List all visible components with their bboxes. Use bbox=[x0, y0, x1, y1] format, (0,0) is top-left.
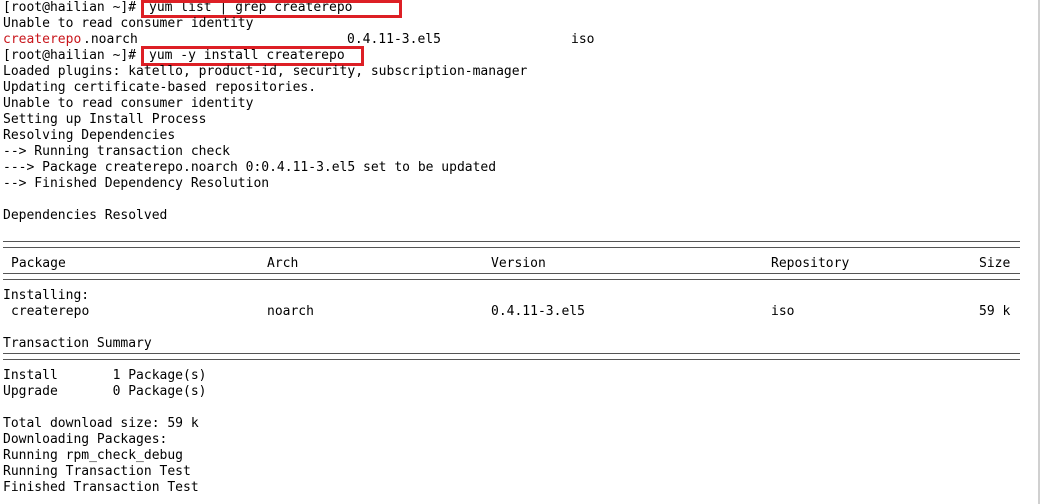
package-arch: .noarch bbox=[83, 32, 138, 47]
output-line: Running Transaction Test bbox=[3, 464, 191, 479]
table-section-label: Installing: bbox=[3, 288, 90, 303]
output-line: Dependencies Resolved bbox=[3, 208, 168, 223]
table-separator bbox=[3, 273, 1020, 280]
command-highlight-box bbox=[141, 46, 364, 66]
column-header-arch: Arch bbox=[267, 256, 299, 271]
output-line: Resolving Dependencies bbox=[3, 128, 176, 143]
output-line: Unable to read consumer identity bbox=[3, 96, 254, 111]
cell-package: createrepo bbox=[11, 304, 90, 319]
summary-install-line: Install 1 Package(s) bbox=[3, 368, 207, 383]
summary-upgrade-line: Upgrade 0 Package(s) bbox=[3, 384, 207, 399]
command-line-1: [root@hailian ~]# yum list | grep create… bbox=[3, 0, 353, 16]
column-header-size: Size bbox=[979, 256, 1011, 271]
output-line: Downloading Packages: bbox=[3, 432, 168, 447]
table-separator bbox=[3, 241, 1020, 248]
column-header-repository: Repository bbox=[771, 256, 850, 271]
package-name: createrepo bbox=[3, 32, 82, 47]
package-repo: iso bbox=[571, 32, 595, 47]
shell-prompt: [root@hailian ~]# bbox=[3, 0, 137, 15]
output-line: Loaded plugins: katello, product-id, sec… bbox=[3, 64, 528, 79]
terminal-window[interactable]: [root@hailian ~]# yum list | grep create… bbox=[0, 0, 1040, 504]
shell-prompt: [root@hailian ~]# bbox=[3, 48, 137, 63]
table-row: createrepo noarch 0.4.11-3.el5 iso 59 k bbox=[3, 304, 1020, 320]
cell-size: 59 k bbox=[979, 304, 1011, 319]
section-heading: Transaction Summary bbox=[3, 336, 152, 351]
table-header-row: Package Arch Version Repository Size bbox=[3, 256, 1020, 272]
column-header-package: Package bbox=[11, 256, 66, 271]
cell-arch: noarch bbox=[267, 304, 314, 319]
output-line: --> Running transaction check bbox=[3, 144, 230, 159]
table-separator bbox=[3, 353, 1020, 360]
output-line: ---> Package createrepo.noarch 0:0.4.11-… bbox=[3, 160, 497, 175]
cell-repository: iso bbox=[771, 304, 795, 319]
output-line: Updating certificate-based repositories. bbox=[3, 80, 317, 95]
output-line: Total download size: 59 k bbox=[3, 416, 199, 431]
output-line: Finished Transaction Test bbox=[3, 480, 199, 495]
cell-version: 0.4.11-3.el5 bbox=[491, 304, 585, 319]
output-line: --> Finished Dependency Resolution bbox=[3, 176, 270, 191]
command-line-2: [root@hailian ~]# yum -y install creater… bbox=[3, 48, 345, 64]
column-header-version: Version bbox=[491, 256, 546, 271]
output-line: Running rpm_check_debug bbox=[3, 448, 184, 463]
output-line: Setting up Install Process bbox=[3, 112, 207, 127]
output-line: Unable to read consumer identity bbox=[3, 16, 254, 31]
